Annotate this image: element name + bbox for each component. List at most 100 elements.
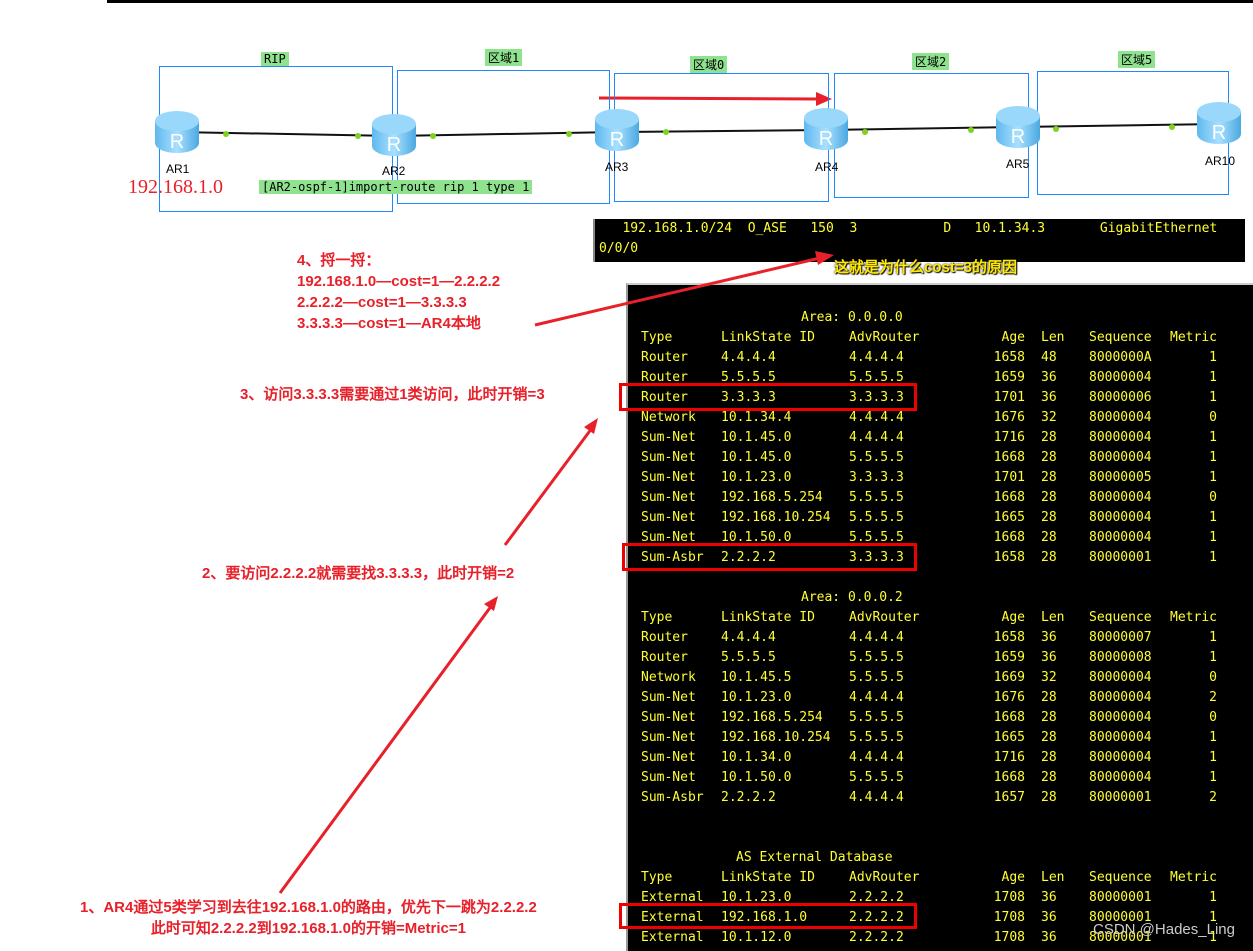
cell: 28 bbox=[1041, 470, 1057, 485]
cell: Metric bbox=[1170, 610, 1217, 625]
cell: Age bbox=[1001, 870, 1025, 885]
cell: 1 bbox=[1209, 730, 1217, 745]
table-row: Router 4.4.4.4 4.4.4.4 1658 36 80000007 1 bbox=[628, 630, 1253, 650]
cell: 28 bbox=[1041, 710, 1057, 725]
command-label: [AR2-ospf-1]import-route rip 1 type 1 bbox=[259, 180, 533, 194]
router-label: AR2 bbox=[382, 164, 406, 178]
zone-label: RIP bbox=[261, 52, 289, 66]
cell: 1 bbox=[1209, 650, 1217, 665]
cell: 10.1.23.0 bbox=[721, 690, 792, 705]
cell: 1676 bbox=[993, 690, 1025, 705]
cell: 1676 bbox=[993, 410, 1025, 425]
cell: 4.4.4.4 bbox=[849, 790, 904, 805]
cell: 10.1.45.0 bbox=[721, 430, 792, 445]
cell: Sum-Net bbox=[641, 430, 696, 445]
cell: LinkState ID bbox=[721, 610, 815, 625]
watermark: CSDN @Hades_Ling bbox=[1093, 921, 1235, 938]
cell: 1657 bbox=[993, 790, 1025, 805]
cell: 1701 bbox=[993, 470, 1025, 485]
svg-text:R: R bbox=[387, 134, 401, 156]
cell: 10.1.12.0 bbox=[721, 930, 792, 945]
highlight-box bbox=[622, 543, 917, 571]
highlight-box bbox=[619, 383, 917, 411]
cell: 4.4.4.4 bbox=[849, 350, 904, 365]
cell: 4.4.4.4 bbox=[849, 630, 904, 645]
cell: AdvRouter bbox=[849, 870, 920, 885]
cell: 1659 bbox=[993, 650, 1025, 665]
router-icon[interactable]: R bbox=[1196, 101, 1242, 145]
cell: Len bbox=[1041, 330, 1065, 345]
router-label: AR1 bbox=[166, 162, 190, 176]
router-icon[interactable]: R bbox=[995, 105, 1041, 149]
cell: 32 bbox=[1041, 410, 1057, 425]
section-title: Area: 0.0.0.2 bbox=[801, 590, 903, 605]
cell: 1669 bbox=[993, 670, 1025, 685]
cell: Network bbox=[641, 670, 696, 685]
table-row: Sum-Net 192.168.10.254 5.5.5.5 1665 28 800000… bbox=[628, 510, 1253, 530]
cell: 1 bbox=[1209, 630, 1217, 645]
cell: 28 bbox=[1041, 450, 1057, 465]
cell: 4.4.4.4 bbox=[721, 630, 776, 645]
svg-text:R: R bbox=[819, 128, 833, 150]
table-row: Sum-Net 192.168.10.254 5.5.5.5 1665 28 800000… bbox=[628, 730, 1253, 750]
cell: 1 bbox=[1209, 390, 1217, 405]
zone-label: 区域1 bbox=[485, 49, 523, 66]
cell: Sum-Net bbox=[641, 750, 696, 765]
route-line: 192.168.1.0/24 O_ASE 150 3 D 10.1.34.3 G… bbox=[599, 221, 1218, 236]
cell: 0 bbox=[1209, 490, 1217, 505]
cell: 5.5.5.5 bbox=[849, 490, 904, 505]
cell: 10.1.45.0 bbox=[721, 450, 792, 465]
cell: 10.1.50.0 bbox=[721, 770, 792, 785]
cell: Sum-Net bbox=[641, 710, 696, 725]
table-header: Type LinkState ID AdvRouter Age Len Sequence M… bbox=[628, 330, 1253, 350]
svg-text:R: R bbox=[1011, 126, 1025, 148]
cell: 1 bbox=[1209, 890, 1217, 905]
cell: 5.5.5.5 bbox=[849, 770, 904, 785]
cell: 0 bbox=[1209, 710, 1217, 725]
router-icon[interactable]: R bbox=[594, 108, 640, 152]
cell: Metric bbox=[1170, 330, 1217, 345]
cell: 10.1.34.4 bbox=[721, 410, 792, 425]
router-icon[interactable]: R bbox=[371, 113, 417, 157]
router-icon[interactable]: R bbox=[803, 107, 849, 151]
table-row: Sum-Asbr 2.2.2.2 4.4.4.4 1657 28 80000001 2 bbox=[628, 790, 1253, 810]
table-row: Sum-Net 10.1.45.0 5.5.5.5 1668 28 80000004 1 bbox=[628, 450, 1253, 470]
cell: 4.4.4.4 bbox=[849, 410, 904, 425]
cell: 1668 bbox=[993, 530, 1025, 545]
cell: 80000005 bbox=[1089, 470, 1152, 485]
cell: 0 bbox=[1209, 670, 1217, 685]
cell: Sum-Net bbox=[641, 770, 696, 785]
cell: 80000004 bbox=[1089, 430, 1152, 445]
cell: 1 bbox=[1209, 450, 1217, 465]
table-row: Sum-Net 10.1.23.0 3.3.3.3 1701 28 80000005 1 bbox=[628, 470, 1253, 490]
cell: 8000000A bbox=[1089, 350, 1152, 365]
cell: 5.5.5.5 bbox=[849, 670, 904, 685]
cell: 80000004 bbox=[1089, 770, 1152, 785]
cell: Network bbox=[641, 410, 696, 425]
cell: 28 bbox=[1041, 730, 1057, 745]
router-label: AR5 bbox=[1006, 157, 1030, 171]
table-row: Sum-Net 192.168.5.254 5.5.5.5 1668 28 8000000… bbox=[628, 710, 1253, 730]
router-icon[interactable]: R bbox=[154, 110, 200, 154]
cell: 48 bbox=[1041, 350, 1057, 365]
cell: Sequence bbox=[1089, 870, 1152, 885]
cell: 28 bbox=[1041, 550, 1057, 565]
cell: 10.1.45.5 bbox=[721, 670, 792, 685]
cell: Len bbox=[1041, 870, 1065, 885]
cell: 1668 bbox=[993, 490, 1025, 505]
cell: 28 bbox=[1041, 750, 1057, 765]
cell: 0 bbox=[1209, 410, 1217, 425]
section-title: AS External Database bbox=[736, 850, 893, 865]
cell: 2 bbox=[1209, 690, 1217, 705]
cell: 1668 bbox=[993, 450, 1025, 465]
note-step1: 1、AR4通过5类学习到去往192.168.1.0的路由，优先下一跳为2.2.2… bbox=[80, 899, 537, 937]
cell: 80000004 bbox=[1089, 530, 1152, 545]
cell: 36 bbox=[1041, 890, 1057, 905]
cell: 80000004 bbox=[1089, 410, 1152, 425]
cell: 2 bbox=[1209, 790, 1217, 805]
cell: 80000004 bbox=[1089, 670, 1152, 685]
cell: 80000001 bbox=[1089, 890, 1152, 905]
cell: 80000001 bbox=[1089, 790, 1152, 805]
cell: 192.168.10.254 bbox=[721, 730, 831, 745]
cell: Age bbox=[1001, 330, 1025, 345]
